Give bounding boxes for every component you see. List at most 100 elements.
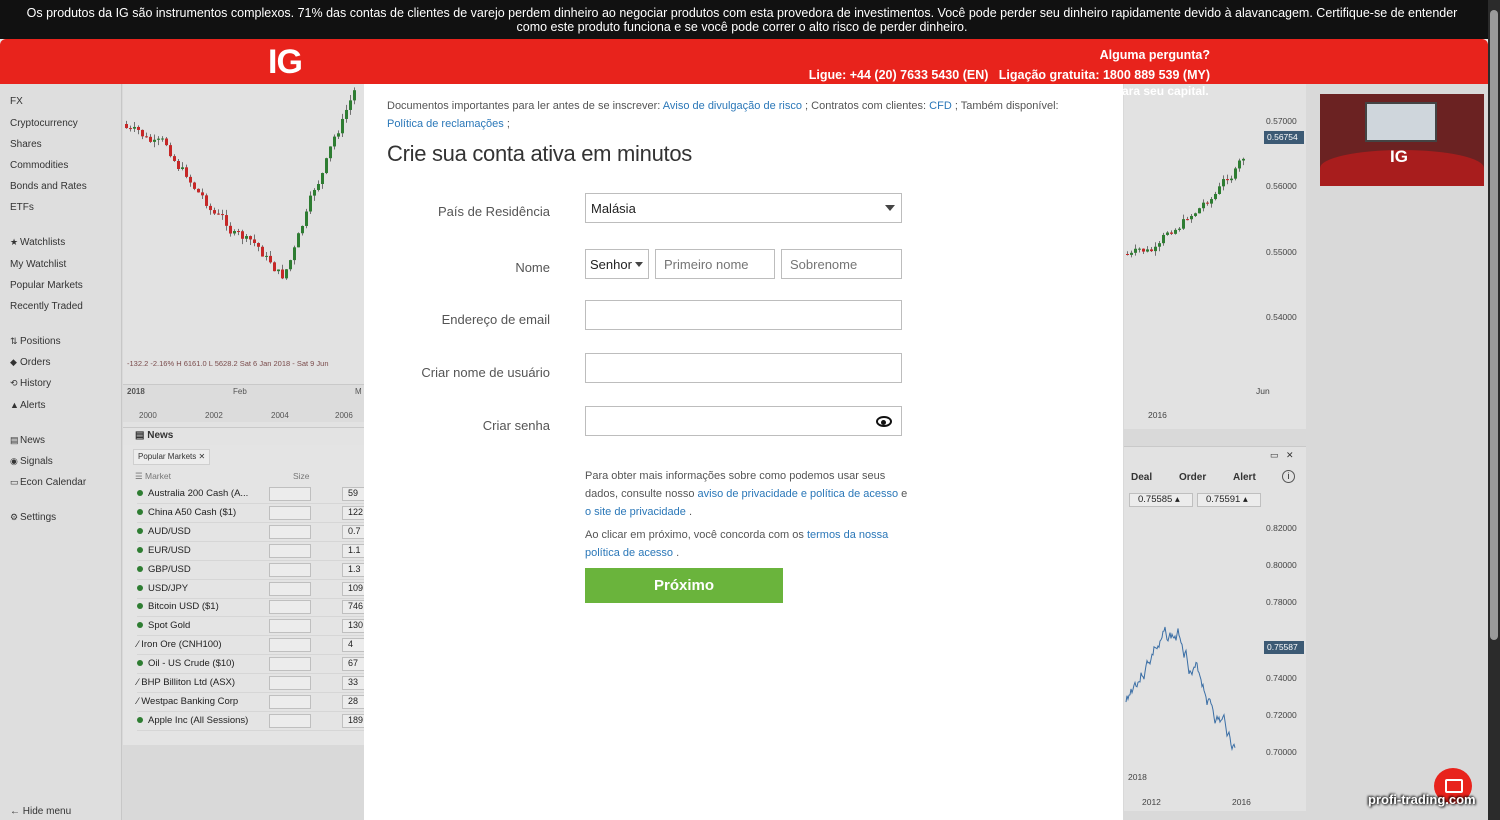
sidebar-item-popular-markets[interactable]: Popular Markets: [10, 280, 83, 291]
sidebar-item-commodities[interactable]: Commodities: [10, 160, 68, 171]
risk-disclosure-link[interactable]: Aviso de divulgação de risco: [663, 100, 802, 112]
sidebar-icon: ▭: [10, 477, 19, 487]
candle-body: [1126, 254, 1129, 255]
username-field[interactable]: [585, 353, 902, 383]
sidebar-item-fx[interactable]: FX: [10, 96, 23, 107]
table-row[interactable]: Spot Gold 130: [137, 617, 372, 637]
size-input[interactable]: [269, 600, 311, 615]
platform-sidebar: FX Cryptocurrency Shares Commodities Bonds a…: [0, 84, 122, 820]
sidebar-item-etfs[interactable]: ETFs: [10, 202, 34, 213]
first-name-input[interactable]: [655, 249, 775, 279]
privacy-notice-link[interactable]: aviso de privacidade e política de acess…: [698, 488, 899, 500]
sidebar-item-label: FX: [10, 96, 23, 107]
phone-numbers[interactable]: Ligue: +44 (20) 7633 5430 (EN) Ligação g…: [809, 65, 1210, 85]
candle-body: [1146, 249, 1149, 252]
candle-body: [325, 158, 328, 174]
page-scrollbar[interactable]: [1488, 0, 1500, 820]
candle-body: [301, 225, 304, 234]
size-input[interactable]: [269, 657, 311, 672]
table-row[interactable]: EUR/USD 1.1: [137, 542, 372, 561]
size-input[interactable]: [269, 694, 311, 709]
sidebar-item-shares[interactable]: Shares: [10, 139, 42, 150]
sidebar-item-label: Settings: [20, 512, 57, 523]
chevron-down-icon: [635, 262, 643, 267]
sidebar-item-recently-traded[interactable]: Recently Traded: [10, 301, 83, 312]
buy-price-box[interactable]: 0.75591 ▴: [1197, 493, 1261, 507]
table-row[interactable]: Bitcoin USD ($1) 746: [137, 598, 372, 618]
close-icon[interactable]: ✕: [198, 452, 205, 461]
size-input[interactable]: [269, 676, 311, 690]
ig-logo[interactable]: IG: [268, 43, 303, 82]
table-row[interactable]: ⁄ Iron Ore (CNH100) 4: [137, 636, 372, 656]
table-row[interactable]: GBP/USD 1.3: [137, 561, 372, 580]
table-row[interactable]: ⁄ Westpac Banking Corp 28: [137, 693, 372, 712]
country-select[interactable]: Malásia: [585, 193, 902, 223]
size-input[interactable]: [269, 638, 311, 653]
candle-body: [153, 139, 156, 142]
size-input[interactable]: [269, 581, 311, 596]
mini-year: 2000: [139, 411, 157, 420]
password-field[interactable]: [585, 406, 902, 436]
size-input[interactable]: [269, 562, 311, 577]
candle-body: [1170, 232, 1173, 234]
sidebar-item-my-watchlist[interactable]: My Watchlist: [10, 259, 66, 270]
candle-body: [1150, 249, 1153, 252]
table-row[interactable]: Apple Inc (All Sessions) 189: [137, 712, 372, 731]
candle-body: [177, 160, 180, 169]
last-name-input[interactable]: [781, 249, 902, 279]
size-input[interactable]: [269, 543, 311, 558]
candle-body: [341, 118, 344, 134]
candle-body: [129, 128, 132, 130]
sidebar-item-watchlists[interactable]: ★ Watchlists: [10, 237, 65, 248]
candle-body: [1210, 199, 1213, 204]
country-value: Malásia: [591, 201, 636, 216]
sidebar-item-settings[interactable]: ⚙ Settings: [10, 512, 56, 523]
sidebar-item-news[interactable]: ▤News: [10, 435, 45, 446]
axis-tick: 0.54000: [1266, 312, 1297, 322]
deal-header[interactable]: Deal: [1131, 472, 1152, 483]
tab-popular-markets[interactable]: Popular Markets ✕: [133, 449, 211, 465]
timeline-year: 2018: [127, 387, 145, 396]
candle-body: [233, 231, 236, 234]
scrollbar-thumb[interactable]: [1490, 10, 1498, 640]
hide-menu-link[interactable]: ← Hide menu: [10, 806, 71, 817]
size-input[interactable]: [269, 487, 311, 501]
news-panel-header[interactable]: ▤ News: [123, 427, 365, 445]
market-label: Australia 200 Cash (A...: [148, 488, 249, 499]
table-row[interactable]: USD/JPY 109: [137, 580, 372, 599]
close-icon[interactable]: ✕: [1286, 450, 1294, 460]
size-input[interactable]: [269, 505, 311, 520]
email-field[interactable]: [585, 300, 902, 330]
size-input[interactable]: [269, 524, 311, 539]
privacy-site-link[interactable]: o site de privacidade: [585, 506, 686, 518]
alert-header[interactable]: Alert: [1233, 472, 1256, 483]
complaints-policy-link[interactable]: Política de reclamações: [387, 118, 504, 130]
sidebar-item-econ-calendar[interactable]: ▭Econ Calendar: [10, 477, 86, 488]
eye-icon[interactable]: [876, 416, 892, 427]
candle-body: [1138, 248, 1141, 250]
order-header[interactable]: Order: [1179, 472, 1206, 483]
sidebar-item-positions[interactable]: ⇅ Positions: [10, 336, 61, 347]
cfd-link[interactable]: CFD: [929, 100, 952, 112]
table-row[interactable]: Oil - US Crude ($10) 67: [137, 655, 372, 675]
sidebar-item-alerts[interactable]: ▲Alerts: [10, 400, 46, 411]
sidebar-item-orders[interactable]: ◆ Orders: [10, 357, 51, 368]
panel-controls[interactable]: ▭ ✕: [1270, 450, 1294, 461]
live-tv-thumbnail[interactable]: IG: [1320, 94, 1484, 186]
table-row[interactable]: China A50 Cash ($1) 122: [137, 504, 372, 523]
size-input[interactable]: [269, 713, 311, 728]
table-row[interactable]: ⁄ BHP Billiton Ltd (ASX) 33: [137, 674, 372, 693]
sidebar-item-bonds-and-rates[interactable]: Bonds and Rates: [10, 181, 87, 192]
sell-price-box[interactable]: 0.75585 ▴: [1129, 493, 1193, 507]
sidebar-item-cryptocurrency[interactable]: Cryptocurrency: [10, 118, 78, 129]
table-row[interactable]: Australia 200 Cash (A... 59: [137, 485, 372, 504]
table-row[interactable]: AUD/USD 0.7: [137, 523, 372, 542]
salutation-select[interactable]: Senhor: [585, 249, 649, 279]
size-input[interactable]: [269, 619, 311, 634]
maximize-icon[interactable]: ▭: [1270, 450, 1279, 460]
info-icon[interactable]: i: [1282, 470, 1295, 483]
sidebar-item-signals[interactable]: ◉ Signals: [10, 456, 53, 467]
candle-body: [289, 260, 292, 270]
next-button[interactable]: Próximo: [585, 568, 783, 603]
sidebar-item-history[interactable]: ⟲ History: [10, 378, 51, 389]
